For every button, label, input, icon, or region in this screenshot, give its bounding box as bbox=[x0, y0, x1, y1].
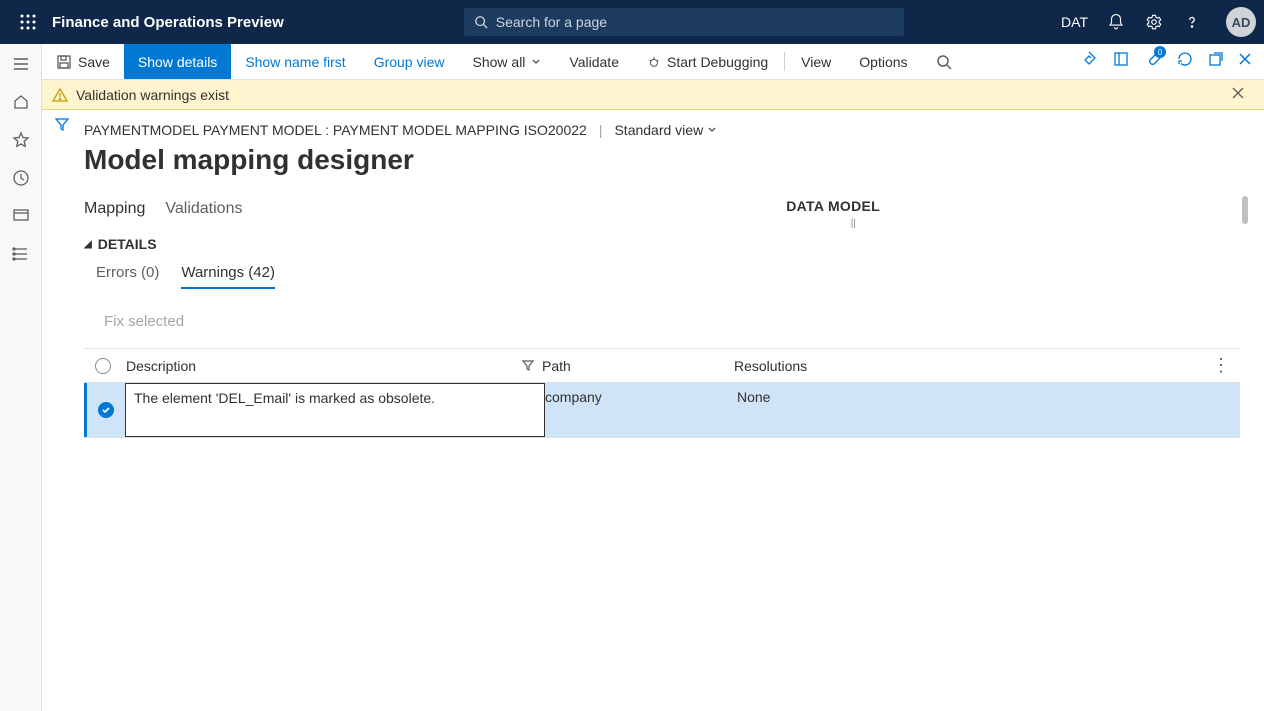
user-avatar[interactable]: AD bbox=[1226, 7, 1256, 37]
grid-more-icon[interactable]: ⋮ bbox=[1212, 355, 1230, 376]
help-icon[interactable] bbox=[1182, 12, 1202, 32]
breadcrumb: PAYMENTMODEL PAYMENT MODEL : PAYMENT MOD… bbox=[84, 122, 1240, 138]
left-rail bbox=[0, 44, 42, 711]
badge-count: 0 bbox=[1154, 46, 1166, 58]
fix-selected-button: Fix selected bbox=[84, 313, 1240, 330]
show-all-dropdown[interactable]: Show all bbox=[459, 44, 556, 79]
collapse-icon: ◢ bbox=[84, 239, 92, 250]
command-bar: Save Show details Show name first Group … bbox=[0, 44, 1264, 80]
splitter-handle[interactable]: || bbox=[851, 218, 856, 229]
view-selector[interactable]: Standard view bbox=[614, 122, 717, 138]
settings-icon[interactable] bbox=[1144, 12, 1164, 32]
refresh-icon[interactable] bbox=[1176, 50, 1194, 73]
options-button[interactable]: Options bbox=[845, 44, 921, 79]
search-placeholder: Search for a page bbox=[496, 14, 607, 30]
search-command-icon[interactable] bbox=[922, 44, 966, 79]
favorites-icon[interactable] bbox=[11, 130, 31, 150]
home-icon[interactable] bbox=[11, 92, 31, 112]
tab-mapping[interactable]: Mapping bbox=[84, 200, 145, 222]
top-header: Finance and Operations Preview Search fo… bbox=[0, 0, 1264, 44]
group-view-button[interactable]: Group view bbox=[360, 44, 459, 79]
validation-warning-banner: Validation warnings exist bbox=[0, 80, 1264, 110]
recent-icon[interactable] bbox=[11, 168, 31, 188]
show-name-first-button[interactable]: Show name first bbox=[231, 44, 359, 79]
company-label[interactable]: DAT bbox=[1061, 14, 1088, 30]
search-input[interactable]: Search for a page bbox=[464, 8, 904, 36]
header-right: DAT AD bbox=[1061, 7, 1256, 37]
row-path-cell: company bbox=[545, 383, 737, 437]
filter-icon[interactable] bbox=[522, 358, 534, 374]
banner-close-icon[interactable] bbox=[1232, 86, 1252, 104]
grid-header-row: Description Path Resolutions ⋮ bbox=[84, 349, 1240, 383]
select-all-checkbox[interactable] bbox=[84, 358, 122, 374]
row-resolutions-cell: None bbox=[737, 383, 1240, 437]
column-path[interactable]: Path bbox=[542, 358, 734, 374]
main-content: PAYMENTMODEL PAYMENT MODEL : PAYMENT MOD… bbox=[42, 110, 1264, 711]
warnings-grid: Description Path Resolutions ⋮ The eleme… bbox=[84, 348, 1240, 438]
tab-errors[interactable]: Errors (0) bbox=[96, 264, 159, 289]
primary-tabs-row: Mapping Validations DATA MODEL || bbox=[84, 200, 1240, 222]
app-title: Finance and Operations Preview bbox=[52, 14, 284, 31]
primary-tabs: Mapping Validations bbox=[84, 200, 242, 222]
details-sub-tabs: Errors (0) Warnings (42) bbox=[84, 264, 1240, 289]
command-bar-right: 0 bbox=[1080, 44, 1264, 79]
tab-warnings[interactable]: Warnings (42) bbox=[181, 264, 275, 289]
attachments-badge-icon[interactable]: 0 bbox=[1144, 50, 1162, 73]
row-description-cell[interactable]: The element 'DEL_Email' is marked as obs… bbox=[125, 383, 545, 437]
warning-icon bbox=[52, 87, 68, 103]
notifications-icon[interactable] bbox=[1106, 12, 1126, 32]
banner-message: Validation warnings exist bbox=[76, 87, 229, 103]
checkmark-icon bbox=[98, 402, 114, 418]
column-description[interactable]: Description bbox=[122, 358, 542, 374]
validate-button[interactable]: Validate bbox=[555, 44, 633, 79]
app-launcher-icon[interactable] bbox=[8, 14, 48, 30]
show-details-button[interactable]: Show details bbox=[124, 44, 231, 79]
scrollbar-thumb[interactable] bbox=[1242, 196, 1248, 224]
modules-icon[interactable] bbox=[11, 244, 31, 264]
hamburger-icon[interactable] bbox=[11, 54, 31, 74]
office-icon[interactable] bbox=[1112, 50, 1130, 73]
chevron-down-icon bbox=[707, 125, 717, 135]
divider bbox=[784, 52, 785, 71]
close-page-icon[interactable] bbox=[1238, 52, 1252, 71]
save-button[interactable]: Save bbox=[42, 44, 124, 79]
tab-validations[interactable]: Validations bbox=[165, 200, 242, 222]
popout-icon[interactable] bbox=[1208, 51, 1224, 72]
page-title: Model mapping designer bbox=[84, 144, 1240, 176]
start-debugging-button[interactable]: Start Debugging bbox=[633, 44, 782, 79]
attach-icon[interactable] bbox=[1080, 50, 1098, 73]
breadcrumb-path: PAYMENTMODEL PAYMENT MODEL : PAYMENT MOD… bbox=[84, 122, 587, 138]
data-model-heading: DATA MODEL bbox=[786, 198, 880, 214]
row-checkbox[interactable] bbox=[87, 383, 125, 437]
details-section-toggle[interactable]: ◢ DETAILS bbox=[84, 236, 1240, 252]
column-resolutions[interactable]: Resolutions bbox=[734, 358, 1240, 374]
table-row[interactable]: The element 'DEL_Email' is marked as obs… bbox=[84, 383, 1240, 437]
view-button[interactable]: View bbox=[787, 44, 845, 79]
workspace-icon[interactable] bbox=[11, 206, 31, 226]
